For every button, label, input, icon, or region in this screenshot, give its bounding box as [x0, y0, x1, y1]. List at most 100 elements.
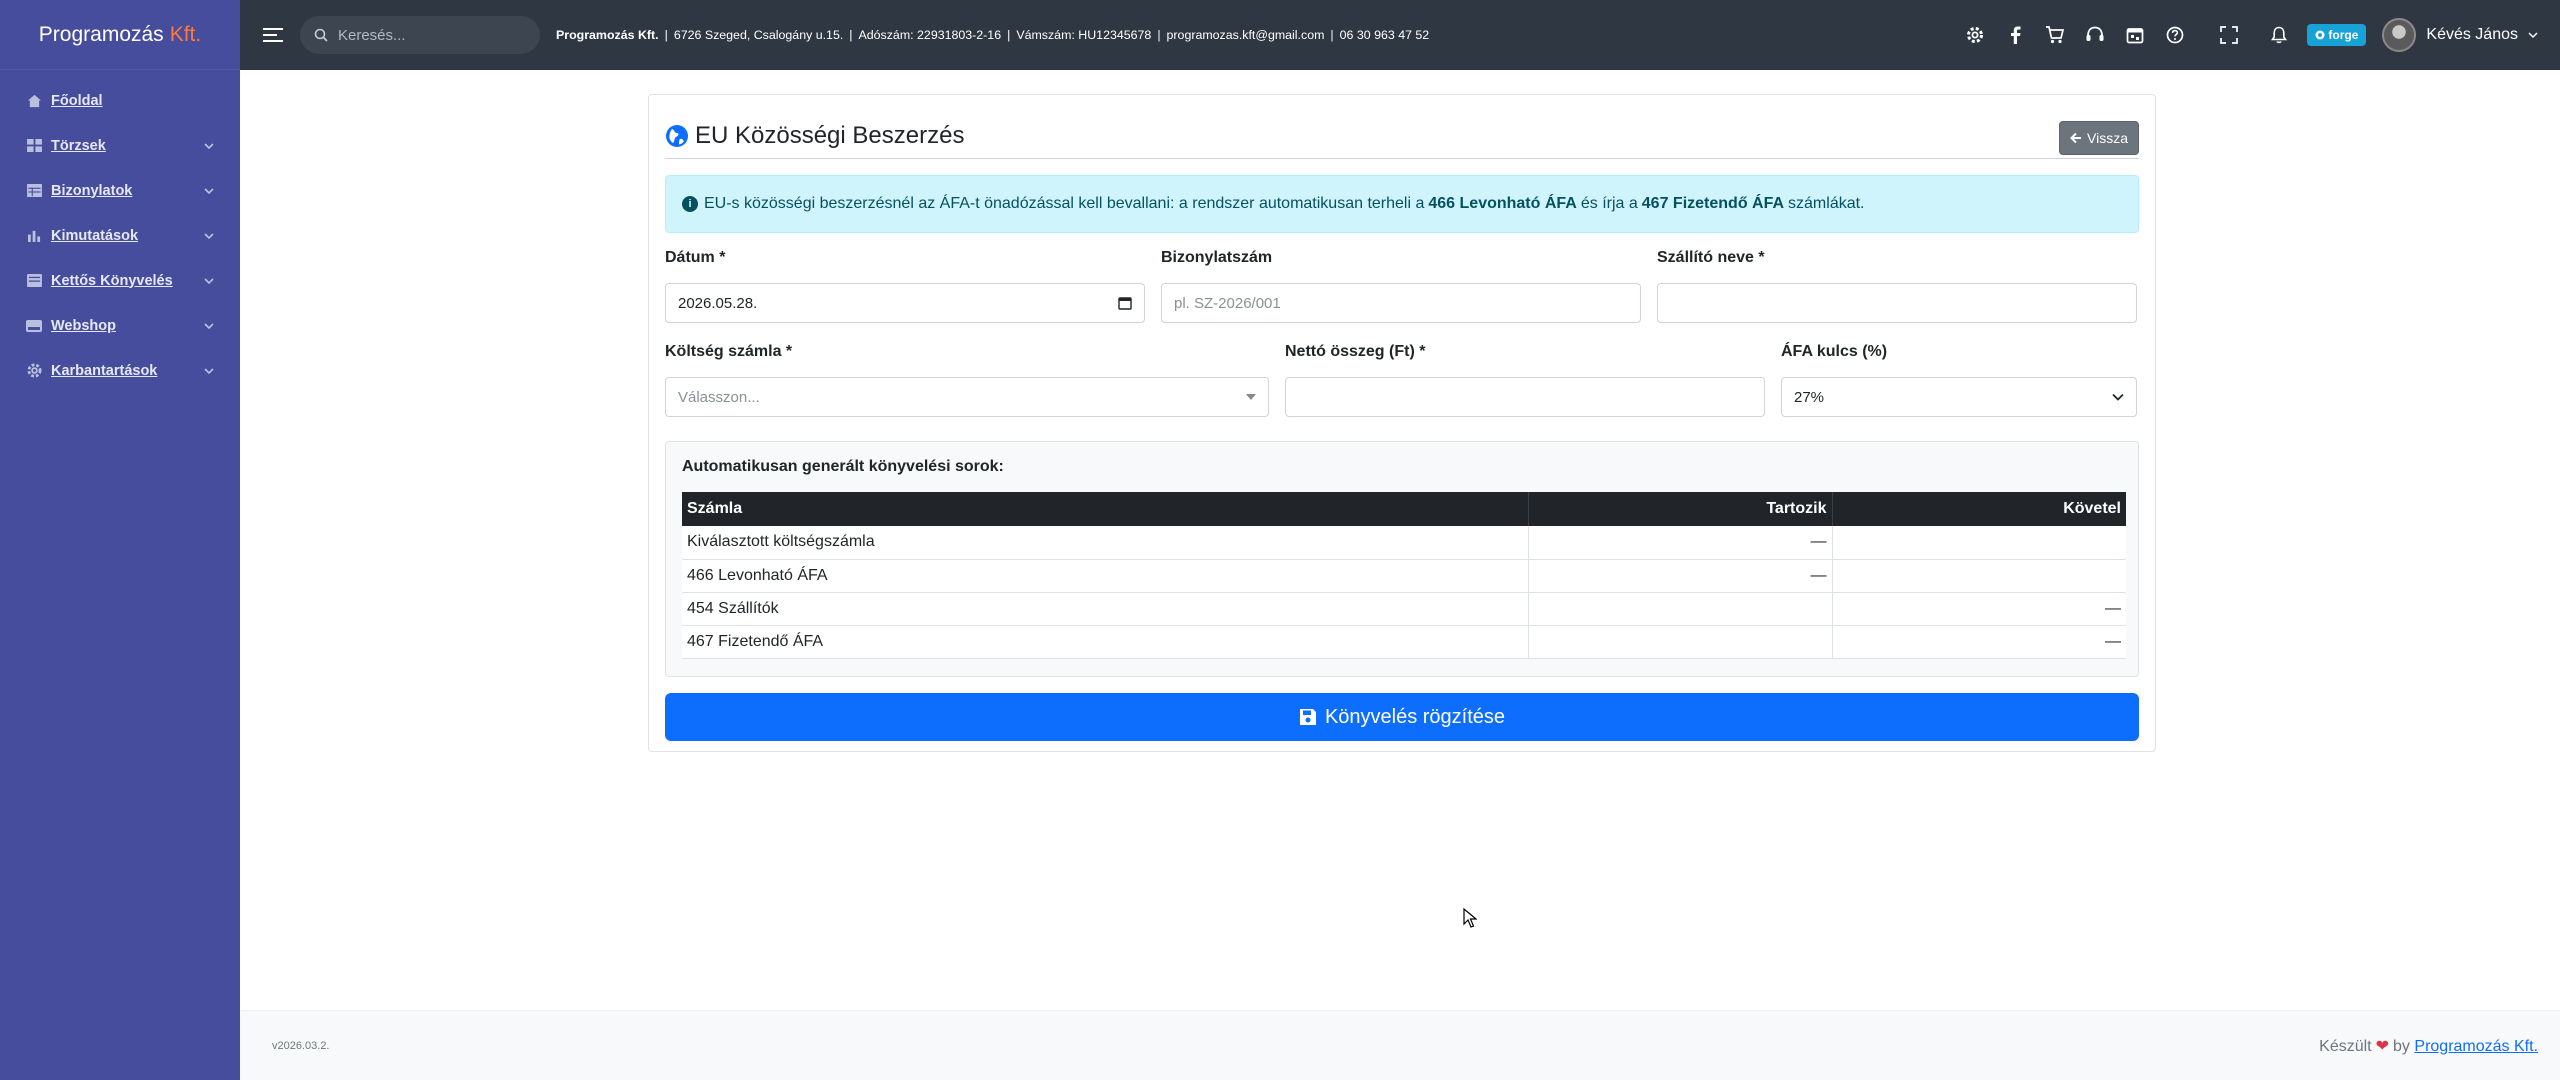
sidebar-item-kimutatasok[interactable]: Kimutatások — [0, 213, 240, 258]
chevron-down-icon — [204, 232, 214, 239]
company-info: Programozás Kft. | 6726 Szeged, Csalogány … — [556, 28, 1430, 42]
supplier-input[interactable] — [1657, 283, 2137, 323]
doc-number-input[interactable]: pl. SZ-2026/001 — [1161, 283, 1641, 323]
sidebar-item-webshop[interactable]: Webshop — [0, 303, 240, 348]
back-button[interactable]: Vissza — [2059, 120, 2139, 155]
book-icon — [26, 273, 42, 289]
sidebar: Programozás Kft. Főoldal Törzsek Bizonyla… — [0, 0, 240, 1080]
user-menu[interactable]: Kévés János — [2382, 18, 2538, 52]
back-button-label: Vissza — [2087, 129, 2128, 146]
company-phone: 06 30 963 47 52 — [1339, 28, 1430, 42]
row-debit: — — [1528, 526, 1833, 560]
row-debit: — — [1528, 559, 1833, 593]
sidebar-item-label: Bizonylatok — [51, 182, 133, 199]
vat-rate-select[interactable]: 27% — [1781, 377, 2137, 417]
support-button[interactable] — [2075, 15, 2115, 55]
settings-button[interactable] — [1955, 15, 1995, 55]
grid-icon — [26, 138, 42, 154]
save-entry-button[interactable]: Könyvelés rögzítése — [665, 693, 2139, 741]
help-button[interactable] — [2155, 15, 2195, 55]
cost-account-select[interactable]: Válasszon... — [665, 377, 1269, 417]
cart-button[interactable] — [2035, 15, 2075, 55]
generated-entries-panel: Automatikusan generált könyvelési sorok:… — [665, 441, 2139, 677]
alert-text-prefix: EU-s közösségi beszerzésnél az ÁFA-t öna… — [704, 195, 1425, 212]
chevron-down-icon — [204, 367, 214, 374]
row-credit — [1832, 526, 2126, 560]
calendar-button[interactable] — [2115, 15, 2155, 55]
forge-label: forge — [2328, 28, 2359, 42]
cost-account-label: Költség számla * — [665, 343, 793, 360]
info-icon: i — [682, 196, 698, 212]
main-content: EU Közösségi Beszerzés Vissza i EU-s köz… — [240, 70, 2560, 1010]
footer: v2026.03.2. Készült ❤ by Programozás Kft. — [240, 1010, 2560, 1080]
supplier-field-group: Szállító neve * — [1657, 249, 2137, 323]
table-row: 466 Levonható ÁFA — — [682, 559, 2126, 593]
gear-icon — [26, 363, 42, 379]
table-header-row: Számla Tartozik Követel — [682, 492, 2126, 526]
row-account: 467 Fizetendő ÁFA — [682, 625, 1529, 659]
company-name: Programozás Kft. — [556, 28, 659, 42]
drive-icon — [26, 318, 42, 334]
notifications-button[interactable] — [2259, 15, 2299, 55]
doc-number-label: Bizonylatszám — [1161, 249, 1273, 266]
vat-rate-value: 27% — [1794, 388, 1825, 406]
user-name: Kévés János — [2426, 26, 2518, 43]
facebook-icon — [2011, 26, 2021, 44]
brand-accent: Kft. — [169, 22, 202, 46]
chevron-down-icon — [204, 142, 214, 149]
eu-purchase-card: EU Közösségi Beszerzés Vissza i EU-s köz… — [648, 94, 2156, 752]
hamburger-icon — [263, 28, 283, 42]
doc-number-placeholder: pl. SZ-2026/001 — [1174, 294, 1281, 312]
save-icon — [1299, 709, 1316, 725]
row-account: Kiválasztott költségszámla — [682, 526, 1529, 560]
card-header: EU Közösségi Beszerzés Vissza — [665, 113, 2139, 159]
vat-info-alert: i EU-s közösségi beszerzésnél az ÁFA-t ö… — [665, 175, 2139, 233]
cost-account-placeholder: Válasszon... — [678, 388, 760, 406]
company-email: programozas.kft@gmail.com — [1166, 28, 1325, 42]
topbar: Programozás Kft.|6726 Szeged, Csalogány … — [240, 0, 2560, 70]
table-icon — [26, 183, 42, 199]
calendar-icon — [2127, 28, 2144, 44]
arrow-left-icon — [2070, 132, 2082, 143]
doc-number-field-group: Bizonylatszám pl. SZ-2026/001 — [1161, 249, 1641, 323]
gear-icon — [1967, 27, 1984, 43]
net-amount-input[interactable] — [1285, 377, 1765, 417]
sidebar-item-kettos-konyveles[interactable]: Kettős Könyvelés — [0, 258, 240, 303]
forge-badge[interactable]: forge — [2307, 24, 2367, 46]
vat-rate-label: ÁFA kulcs (%) — [1781, 343, 1888, 360]
facebook-button[interactable] — [1995, 15, 2035, 55]
cart-icon — [2046, 26, 2065, 44]
sidebar-item-karbantartasok[interactable]: Karbantartások — [0, 348, 240, 393]
calendar-icon[interactable] — [1118, 296, 1132, 310]
row-debit — [1528, 625, 1833, 659]
table-row: 454 Szállítók — — [682, 592, 2126, 626]
menu-toggle-button[interactable] — [246, 27, 300, 43]
search-icon — [314, 28, 328, 42]
fullscreen-button[interactable] — [2209, 15, 2249, 55]
brand-logo[interactable]: Programozás Kft. — [0, 0, 240, 70]
sidebar-item-label: Főoldal — [51, 92, 103, 109]
fullscreen-icon — [2220, 26, 2239, 44]
alert-text-middle: és írja a — [1580, 195, 1638, 212]
date-input[interactable]: 2026.05.28. — [665, 283, 1145, 323]
sidebar-item-fooldal[interactable]: Főoldal — [0, 78, 240, 123]
footer-company-link[interactable]: Programozás Kft. — [2414, 1038, 2538, 1055]
save-entry-label: Könyvelés rögzítése — [1324, 705, 1506, 728]
cost-account-field-group: Költség számla * Válasszon... — [665, 343, 1269, 417]
sidebar-item-torzsek[interactable]: Törzsek — [0, 123, 240, 168]
topbar-actions: forge Kévés János — [1955, 0, 2560, 70]
search-input[interactable] — [338, 26, 518, 44]
generated-entries-table: Számla Tartozik Követel Kiválasztott köl… — [682, 492, 2126, 659]
heart-icon: ❤ — [2375, 1037, 2390, 1055]
footer-made-by: by — [2393, 1037, 2410, 1055]
net-amount-label: Nettó összeg (Ft) * — [1285, 343, 1426, 360]
alert-text-suffix: számlákat. — [1788, 195, 1865, 212]
page-title-text: EU Közösségi Beszerzés — [695, 121, 965, 149]
table-row: Kiválasztott költségszámla — — [682, 526, 2126, 560]
column-header-debit: Tartozik — [1528, 492, 1833, 526]
bell-icon — [2271, 26, 2288, 44]
sidebar-item-bizonylatok[interactable]: Bizonylatok — [0, 168, 240, 213]
sidebar-item-label: Webshop — [51, 317, 116, 334]
sidebar-item-label: Törzsek — [51, 137, 106, 154]
caret-down-icon — [1246, 394, 1256, 400]
